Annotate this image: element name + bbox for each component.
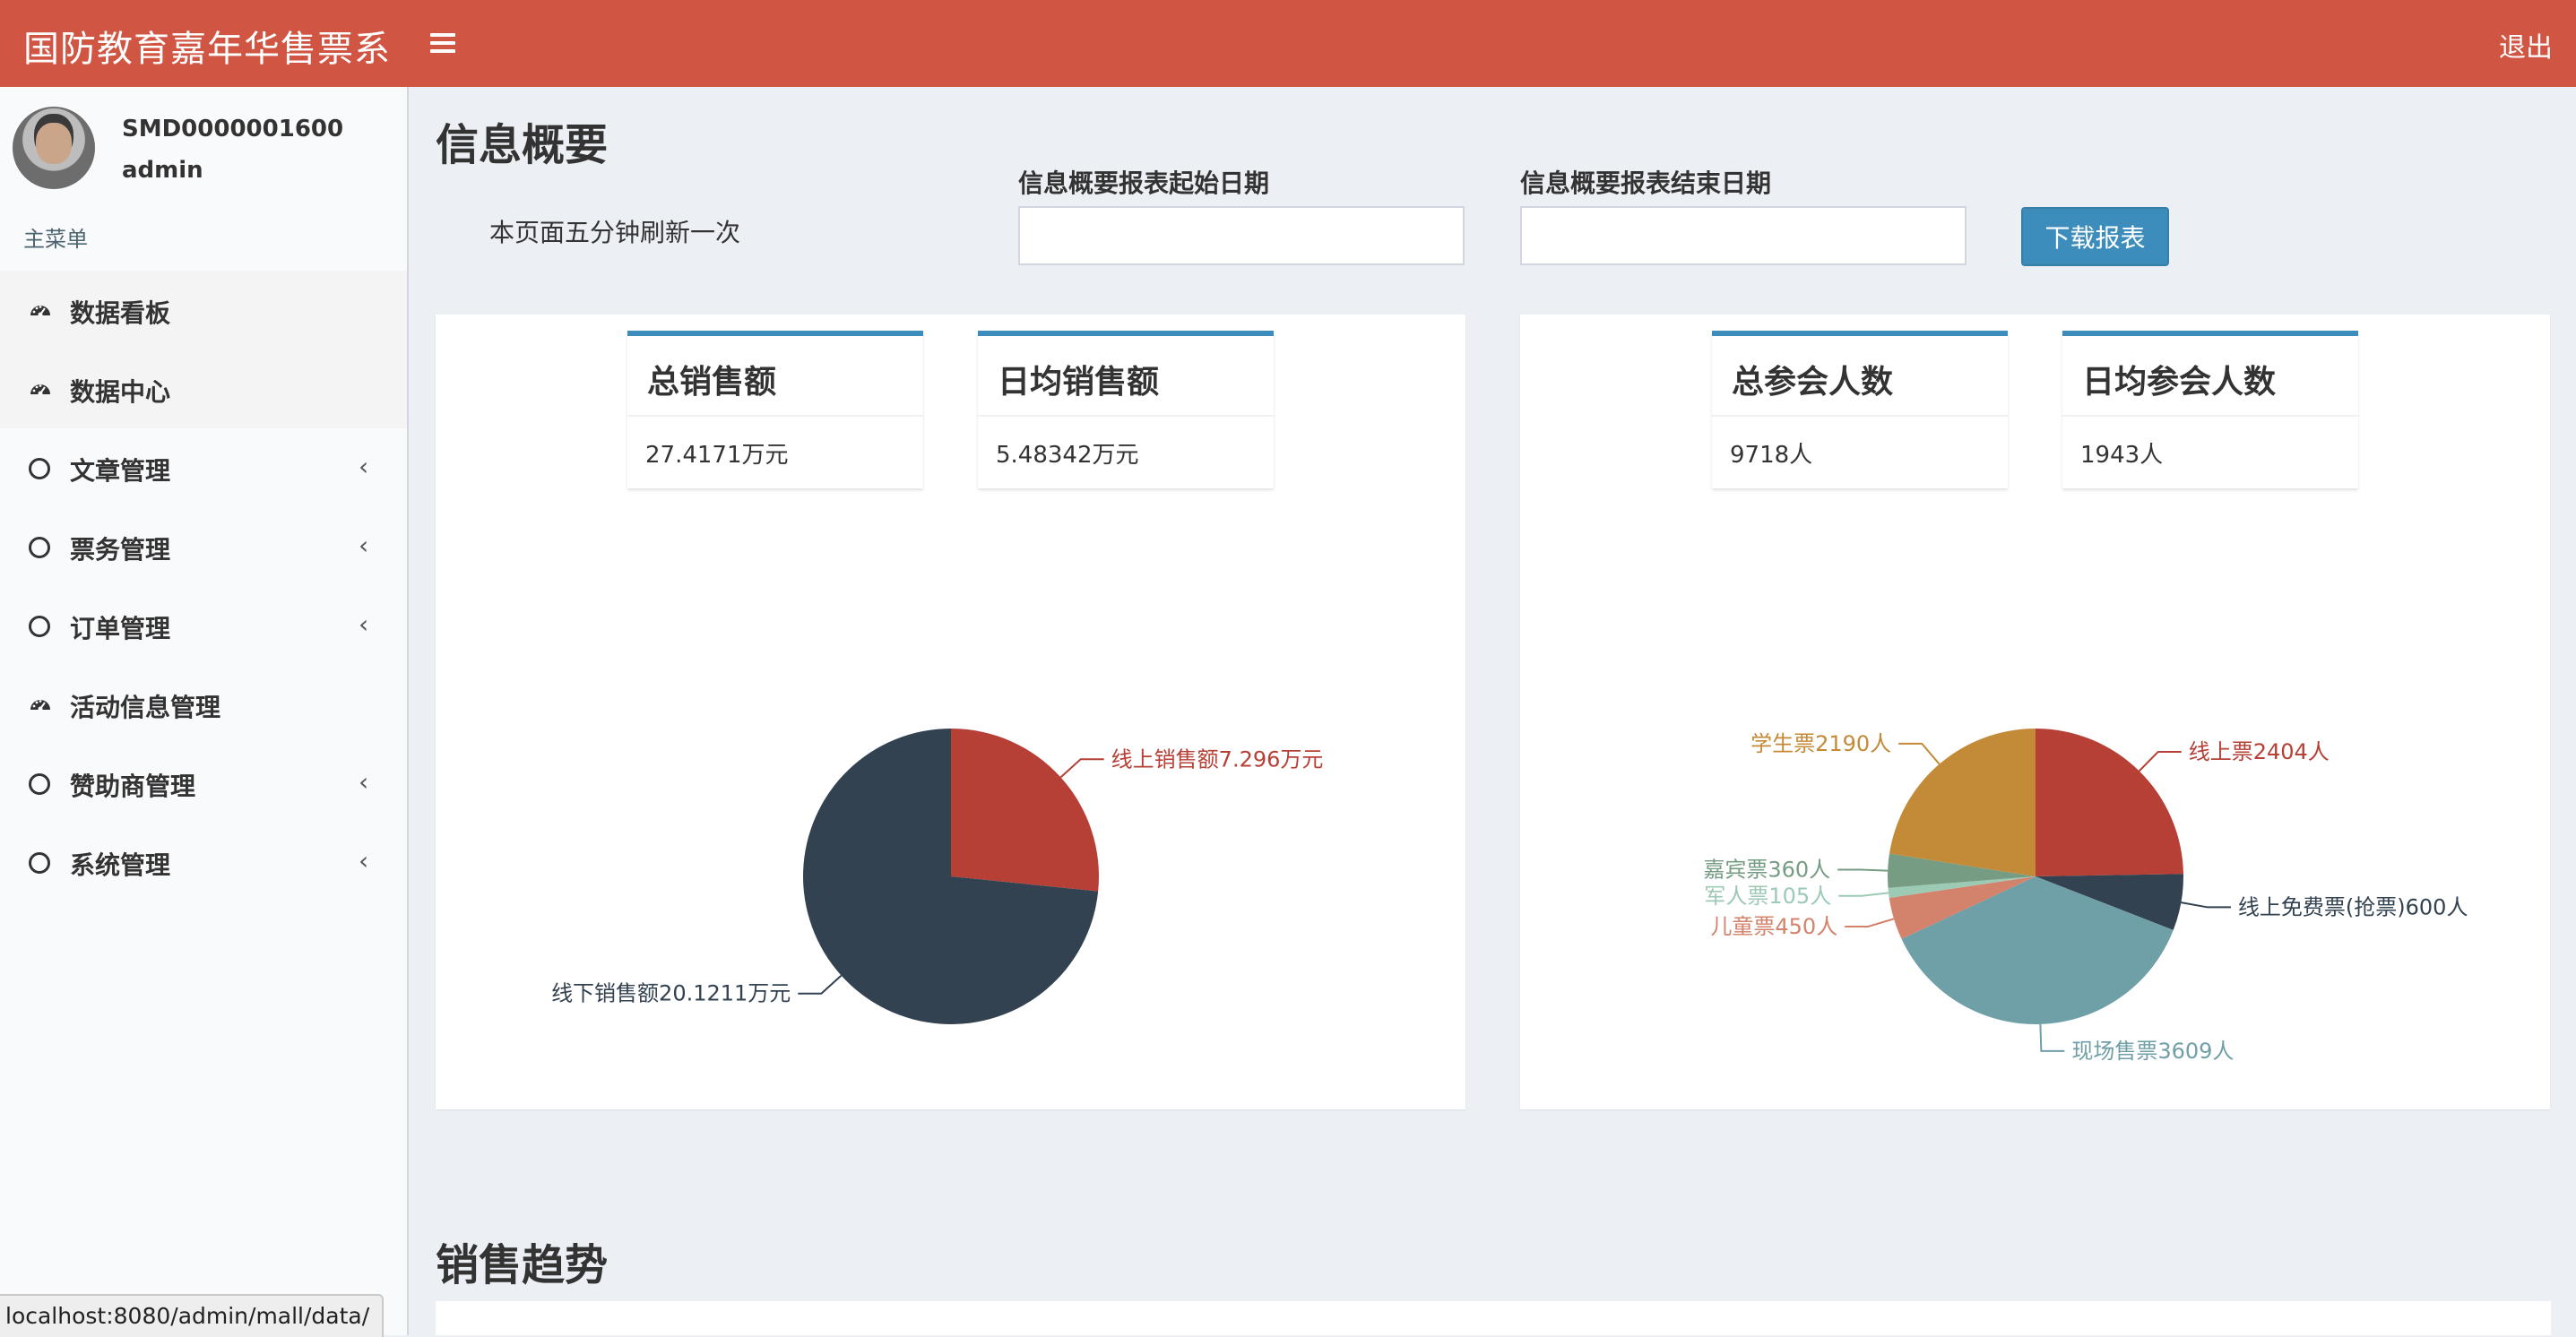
pie-leader-line <box>1838 892 1889 897</box>
sidebar-item-label: 数据看板 <box>70 298 171 328</box>
pie-leader-line <box>1845 918 1895 927</box>
attendance-pie-chart: 线上票2404人线上免费票(抢票)600人现场售票3609人 儿童票450人 军人票… <box>1703 729 2468 1064</box>
circle-icon <box>29 852 50 874</box>
pie-slice-label: 现场售票3609人 <box>2071 1039 2234 1064</box>
pie-slice-label: 军人票105人 <box>1704 884 1831 909</box>
pie-slice-label: 线上销售额7.296万元 <box>1111 746 1324 772</box>
sidebar-item[interactable]: 订单管理 ‹ <box>0 586 407 665</box>
hamburger-menu-icon[interactable] <box>430 27 455 59</box>
pie-leader-line <box>2181 901 2231 909</box>
sidebar-item-label: 票务管理 <box>70 535 171 565</box>
sidebar: SMD0000001600 admin 主菜单 数据看板 数据中心 文章管理 ‹ 票务管… <box>0 87 409 1335</box>
chevron-left-icon: ‹ <box>359 767 369 797</box>
circle-icon <box>29 616 50 637</box>
pie-slice[interactable] <box>1889 729 2036 876</box>
sidebar-item[interactable]: 数据中心 <box>0 349 407 428</box>
circle-icon <box>29 773 50 795</box>
sidebar-item[interactable]: 数据看板 <box>0 271 407 349</box>
pie-slice-label: 线下销售额20.1211万元 <box>551 981 791 1006</box>
start-date-input[interactable] <box>1018 206 1465 265</box>
dashboard-icon <box>29 378 52 401</box>
attendance-panel: 总参会人数 9718人 日均参会人数 1943人 线上票2404人 线上免费票(抢… <box>1520 315 2550 1109</box>
user-role: admin <box>122 157 203 184</box>
sales-pie-chart: 线上销售额7.296万元线下销售额20.1211万元 <box>551 729 1324 1024</box>
sidebar-item-label: 系统管理 <box>70 850 171 880</box>
avatar <box>13 107 95 189</box>
pie-slice-label: 儿童票450人 <box>1710 914 1837 939</box>
logout-link[interactable]: 退出 <box>2499 25 2553 65</box>
sidebar-item[interactable]: 活动信息管理 <box>0 665 407 744</box>
app-title[interactable]: 国防教育嘉年华售票系 <box>23 20 391 72</box>
page-title: 信息概要 <box>436 120 609 170</box>
sidebar-item-label: 活动信息管理 <box>70 693 221 722</box>
end-date-label: 信息概要报表结束日期 <box>1520 168 1772 198</box>
user-id: SMD0000001600 <box>122 116 344 142</box>
dashboard-icon <box>29 299 52 323</box>
top-header: 国防教育嘉年华售票系 退出 <box>0 0 2576 87</box>
sidebar-item-label: 订单管理 <box>70 614 171 643</box>
chevron-left-icon: ‹ <box>359 846 369 876</box>
pie-slice-label: 线上票2404人 <box>2189 739 2330 764</box>
pie-slice-label: 线上免费票(抢票)600人 <box>2238 894 2468 919</box>
circle-icon <box>29 458 50 479</box>
download-report-button[interactable]: 下载报表 <box>2021 207 2169 266</box>
dashboard-icon <box>29 694 52 717</box>
sidebar-item[interactable]: 文章管理 ‹ <box>0 428 407 507</box>
sidebar-item-label: 文章管理 <box>70 456 171 486</box>
sidebar-item[interactable]: 票务管理 ‹ <box>0 507 407 586</box>
pie-slice[interactable] <box>951 729 1099 892</box>
pie-leader-line <box>2039 1023 2065 1052</box>
start-date-label: 信息概要报表起始日期 <box>1018 168 1270 198</box>
pie-slice-label: 嘉宾票360人 <box>1703 858 1830 883</box>
pie-leader-line <box>2138 750 2182 772</box>
menu-header: 主菜单 <box>23 227 88 252</box>
refresh-note: 本页面五分钟刷新一次 <box>489 218 741 247</box>
sales-trend-title: 销售趋势 <box>436 1240 609 1290</box>
sidebar-menu: 数据看板数据中心文章管理 ‹ 票务管理 ‹ 订单管理 ‹ 活动信息管理 赞助商管理 ‹ 系统管理 ‹ <box>0 271 407 901</box>
status-bar-url: localhost:8080/admin/mall/data/ <box>0 1294 385 1337</box>
chevron-left-icon: ‹ <box>359 452 369 481</box>
sales-panel: 总销售额 27.4171万元 日均销售额 5.48342万元 线上销售额7.29… <box>436 315 1465 1109</box>
pie-leader-line <box>1837 868 1889 872</box>
sidebar-item-label: 数据中心 <box>70 377 171 407</box>
end-date-input[interactable] <box>1520 206 1967 265</box>
sidebar-item[interactable]: 赞助商管理 ‹ <box>0 744 407 823</box>
pie-leader-line <box>798 974 843 995</box>
pie-leader-line <box>1898 742 1941 765</box>
pie-slice-label: 学生票2190人 <box>1750 731 1891 756</box>
pie-slice[interactable] <box>2036 729 2183 876</box>
sales-trend-panel <box>436 1301 2551 1335</box>
user-panel: SMD0000001600 admin <box>13 107 389 205</box>
sidebar-item[interactable]: 系统管理 ‹ <box>0 823 407 901</box>
chevron-left-icon: ‹ <box>359 609 369 639</box>
chevron-left-icon: ‹ <box>359 530 369 560</box>
circle-icon <box>29 537 50 558</box>
sidebar-item-label: 赞助商管理 <box>70 772 196 801</box>
pie-leader-line <box>1059 758 1104 779</box>
